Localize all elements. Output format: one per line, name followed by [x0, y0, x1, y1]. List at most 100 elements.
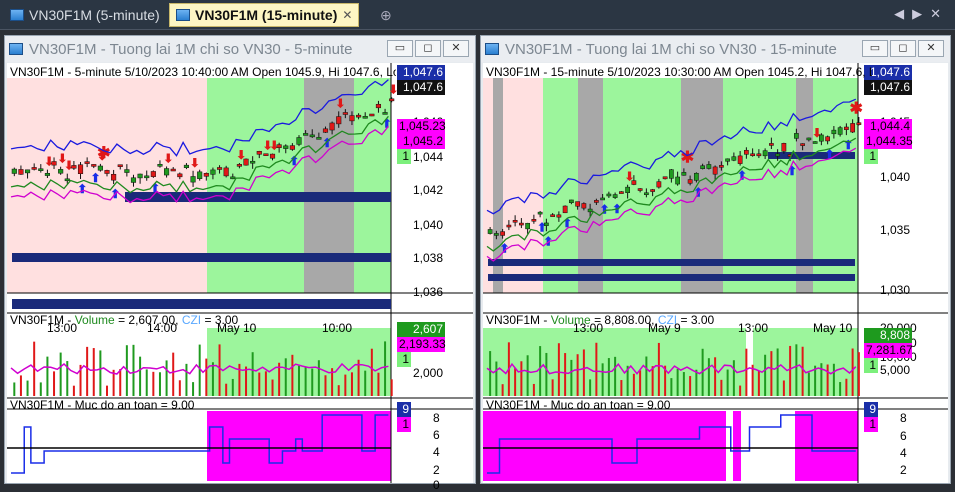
- candlestick: [825, 136, 830, 142]
- volume-tag: 1: [397, 352, 411, 367]
- candlestick: [750, 153, 755, 157]
- candlestick: [625, 186, 630, 193]
- safety-axis-label: 2: [433, 463, 440, 477]
- safety-background: [795, 411, 858, 481]
- volume-tag: 8,808: [864, 328, 912, 343]
- candlestick: [362, 116, 368, 119]
- chart-area[interactable]: ⬇ ⬇ ⬇ ⬆ ⬆ ⬇ ✱ ⬆ ⬆ ⬇ ⬇ ⬇ ⬇ ⬇ ⬆ ⬆ ⬇ ⬆ ⬇ VN30F1M - 5-minute 5…: [7, 63, 473, 492]
- candlestick: [769, 143, 774, 146]
- chart-icon: [10, 9, 24, 21]
- price-axis-label: 1,035: [880, 223, 911, 237]
- safety-background: [207, 411, 391, 481]
- candlestick: [356, 114, 362, 118]
- close-button[interactable]: ✕: [443, 40, 469, 57]
- volume-axis-label: 2,000: [413, 366, 444, 380]
- candlestick: [296, 137, 302, 145]
- new-tab-icon[interactable]: ⊕: [380, 7, 392, 24]
- up-arrow-icon: ⬆: [737, 169, 747, 183]
- candlestick: [687, 179, 693, 184]
- candlestick: [58, 169, 64, 174]
- candlestick: [531, 219, 537, 222]
- candlestick: [800, 143, 805, 146]
- tab-controls[interactable]: ◀▶✕: [894, 6, 949, 22]
- minimize-button[interactable]: ▭: [387, 40, 413, 57]
- safety-axis-label: 8: [433, 411, 440, 425]
- candlestick: [51, 161, 57, 166]
- candlestick: [197, 171, 203, 179]
- close-icon[interactable]: ✕: [342, 8, 352, 22]
- tab-5-minute[interactable]: VN30F1M (5-minute): [4, 3, 166, 27]
- restore-button[interactable]: ◻: [890, 40, 916, 57]
- candlestick: [349, 115, 355, 122]
- tab-label: VN30F1M (5-minute): [29, 7, 160, 23]
- price-tag: 1: [864, 149, 878, 164]
- chart-window-5-minute[interactable]: VN30F1M - Tuong lai 1M chi so VN30 - 5-m…: [4, 35, 476, 492]
- candlestick: [712, 166, 718, 175]
- candlestick: [544, 222, 549, 226]
- safety-tag: 1: [397, 417, 411, 432]
- candlestick: [177, 173, 183, 178]
- candlestick: [18, 169, 24, 175]
- candlestick: [216, 167, 223, 170]
- price-axis-label: 1,036: [413, 285, 444, 299]
- safety-axis-label: 4: [433, 445, 440, 459]
- close-button[interactable]: ✕: [918, 40, 944, 57]
- candlestick: [382, 112, 388, 115]
- chart-area[interactable]: ⬆ ⬆ ⬆ ⬆ ⬆ ⬆ ⬇ ✱ ⬆ ⬆ ⬆ ⬇ ⬆ ⬆ ✱ VN30F1M - 15-minute 5/10…: [483, 63, 948, 483]
- minimize-button[interactable]: ▭: [862, 40, 888, 57]
- candlestick: [756, 153, 762, 157]
- volume-tag: 7,281.67: [864, 343, 913, 358]
- candlestick: [157, 164, 163, 167]
- candlestick: [44, 172, 50, 176]
- candlestick: [487, 229, 493, 234]
- candlestick: [210, 169, 216, 175]
- volume-legend: VN30F1M - Volume = 8,808.00, CZI = 3.00: [486, 313, 715, 327]
- candlestick: [512, 220, 518, 223]
- volume-legend: VN30F1M - Volume = 2,607.00, CZI = 3.00: [10, 313, 239, 327]
- safety-axis-label: 0: [433, 478, 440, 492]
- document-tab-bar: VN30F1M (5-minute) VN30F1M (15-minute) ✕…: [0, 0, 955, 30]
- candlestick: [130, 177, 137, 183]
- candlestick: [24, 169, 31, 174]
- ohlc-readout: VN30F1M - 15-minute 5/10/2023 10:30:00 A…: [486, 65, 872, 79]
- safety-background: [483, 411, 726, 481]
- candlestick: [97, 165, 103, 171]
- star-icon: ✱: [97, 145, 110, 162]
- candlestick: [575, 201, 580, 207]
- candlestick: [137, 173, 143, 179]
- price-axis-label: 1,038: [413, 251, 444, 265]
- price-axis-label: 1,030: [880, 283, 911, 297]
- candlestick: [744, 150, 749, 155]
- safety-legend: VN30F1M - Muc do an toan = 9.00: [10, 398, 195, 412]
- candlestick: [31, 167, 37, 170]
- candlestick: [725, 158, 730, 162]
- candlestick: [203, 173, 209, 177]
- candlestick: [236, 164, 242, 167]
- candlestick: [164, 168, 170, 176]
- support-band: [12, 253, 391, 262]
- candlestick: [550, 214, 555, 217]
- candlestick: [190, 176, 196, 183]
- restore-button[interactable]: ◻: [415, 40, 441, 57]
- candlestick: [569, 199, 574, 203]
- price-tag: 1,047.6: [397, 65, 445, 80]
- safety-axis-label: 8: [900, 411, 907, 425]
- down-arrow-icon: ⬇: [190, 156, 200, 170]
- candlestick: [276, 144, 282, 148]
- candlestick: [694, 172, 699, 181]
- safety-tag: 9: [397, 402, 411, 417]
- candlestick: [84, 161, 90, 164]
- time-axis-label: May 10: [813, 321, 853, 335]
- tab-15-minute[interactable]: VN30F1M (15-minute) ✕: [169, 3, 360, 27]
- candlestick: [150, 171, 156, 177]
- time-axis-label: 13:00: [738, 321, 769, 335]
- candlestick: [256, 151, 262, 155]
- chart-window-15-minute[interactable]: VN30F1M - Tuong lai 1M chi so VN30 - 15-…: [480, 35, 951, 484]
- safety-legend: VN30F1M - Muc do an toan = 9.00: [486, 398, 671, 412]
- price-tag: 1,047.6: [864, 80, 912, 95]
- candlestick: [170, 168, 176, 172]
- up-arrow-icon: ⬆: [77, 182, 87, 196]
- candlestick: [619, 191, 624, 194]
- safety-axis-label: 2: [900, 463, 907, 477]
- price-tag: 1,045.2: [397, 134, 445, 149]
